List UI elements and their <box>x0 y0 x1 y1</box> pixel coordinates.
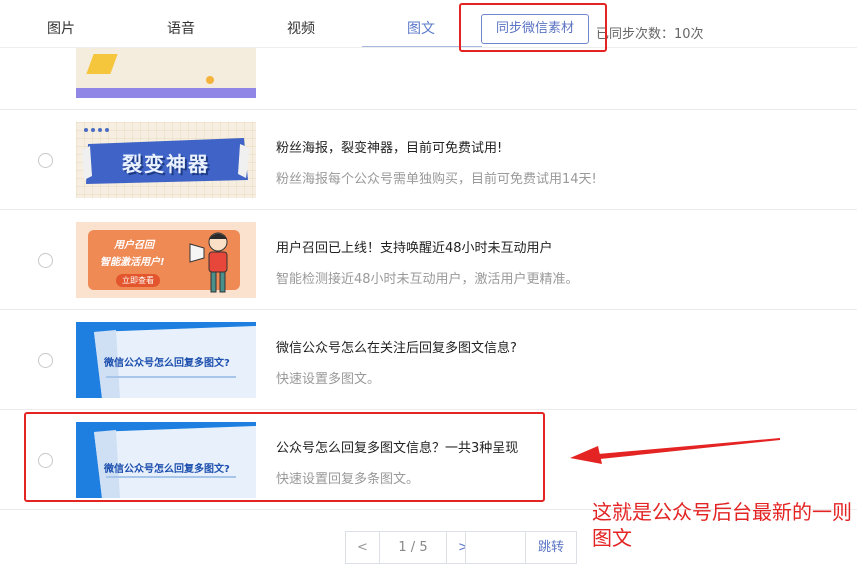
pagination-jump-button[interactable]: 跳转 <box>525 531 577 564</box>
article-description: 粉丝海报每个公众号需单独购买，目前可免费试用14天! <box>276 172 597 187</box>
article-thumbnail: 微信公众号怎么回复多图文? <box>76 322 256 398</box>
article-row[interactable]: 微信公众号怎么回复多图文? 微信公众号怎么在关注后回复多图文信息? 快速设置多图… <box>0 310 857 410</box>
article-row[interactable]: 裂变神器 粉丝海报，裂变神器，目前可免费试用! 粉丝海报每个公众号需单独购买，目… <box>0 110 857 210</box>
pagination-prev-button[interactable]: < <box>345 531 380 564</box>
pagination-jump-input[interactable] <box>465 531 526 564</box>
article-title: 用户召回已上线！支持唤醒近48小时未互动用户 <box>276 241 553 256</box>
article-description: 快速设置多图文。 <box>276 372 381 387</box>
thumbnail-text: 裂变神器 <box>122 152 210 176</box>
article-select-radio[interactable] <box>38 353 53 368</box>
article-description: 智能检测接近48小时未互动用户，激活用户更精准。 <box>276 272 579 287</box>
annotation-text: 这就是公众号后台最新的一则图文 <box>592 500 852 550</box>
article-title: 微信公众号怎么在关注后回复多图文信息? <box>276 341 517 356</box>
article-thumbnail: 用户召回 智能激活用户! 立即查看 <box>76 222 256 298</box>
article-row[interactable]: 用户召回 智能激活用户! 立即查看 用户召回已上线！支持唤醒近48小时未互动用户… <box>0 210 857 310</box>
thumbnail-text: 微信公众号怎么回复多图文? <box>104 358 230 369</box>
article-thumbnail: 裂变神器 <box>76 122 256 198</box>
article-title: 公众号怎么回复多图文信息？一共3种呈现 <box>276 441 519 456</box>
article-description: 快速设置回复多条图文。 <box>276 472 420 487</box>
article-title: 粉丝海报，裂变神器，目前可免费试用! <box>276 141 503 156</box>
pagination-page-info: 1 / 5 <box>379 531 447 564</box>
thumbnail-text: 用户召回 <box>114 240 154 251</box>
article-select-radio[interactable] <box>38 253 53 268</box>
person-megaphone-illustration <box>189 232 228 293</box>
article-select-radio[interactable] <box>38 453 53 468</box>
article-row-partial <box>0 8 857 110</box>
thumbnail-text: 立即查看 <box>116 274 160 287</box>
thumbnail-text: 智能激活用户! <box>100 257 165 268</box>
annotation-arrow-icon <box>570 438 780 464</box>
article-thumbnail-partial <box>76 48 256 98</box>
article-select-radio[interactable] <box>38 153 53 168</box>
article-thumbnail: 微信公众号怎么回复多图文? <box>76 422 256 498</box>
thumbnail-text: 微信公众号怎么回复多图文? <box>104 464 230 475</box>
